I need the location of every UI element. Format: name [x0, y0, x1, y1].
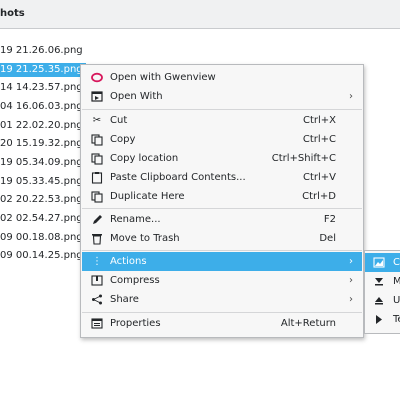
eject-icon [373, 291, 385, 310]
menu-item-label: Move to Trash [110, 233, 180, 244]
file-name: 01 22.02.20.png [0, 120, 83, 131]
file-name: 19 05.34.09.png [0, 157, 83, 168]
menu-separator [82, 208, 362, 209]
share-icon [91, 290, 103, 309]
menu-item-label: Share [110, 294, 139, 305]
panel-header: hots [0, 0, 400, 29]
actions-icon: ⋮ [92, 256, 102, 267]
menu-item-label: Rename... [110, 214, 161, 225]
file-row-selected[interactable]: 19 21.25.35.png [0, 63, 86, 77]
menu-item-paste[interactable]: Paste Clipboard Contents... Ctrl+V [82, 168, 362, 187]
file-name: 04 16.06.03.png [0, 101, 83, 112]
file-name: 19 21.25.35.png [0, 64, 83, 75]
menu-item-label: Cut [110, 115, 128, 126]
properties-icon [91, 314, 103, 333]
compress-icon [91, 271, 103, 290]
menu-item-shortcut: Ctrl+V [302, 172, 336, 183]
menu-separator [82, 250, 362, 251]
submenu-item-label: U [393, 295, 400, 306]
menu-item-actions[interactable]: ⋮ Actions › [82, 252, 362, 271]
trash-icon [91, 229, 103, 248]
menu-item-rename[interactable]: Rename... F2 [82, 210, 362, 229]
file-name: 09 00.18.08.png [0, 232, 83, 243]
menu-item-label: Compress [110, 275, 160, 286]
menu-item-shortcut: Ctrl+X [302, 115, 336, 126]
chevron-right-icon: › [349, 256, 353, 267]
duplicate-icon [91, 187, 103, 206]
chevron-right-icon: › [349, 91, 353, 102]
menu-item-shortcut: Ctrl+Shift+C [271, 153, 336, 164]
actions-submenu: C M U Te [364, 250, 400, 334]
menu-item-properties[interactable]: Properties Alt+Return [82, 314, 362, 333]
menu-item-open-with-gwenview[interactable]: Open with Gwenview [82, 68, 362, 87]
menu-item-shortcut: Ctrl+C [302, 134, 336, 145]
submenu-item[interactable]: U [365, 291, 400, 310]
menu-item-copy[interactable]: Copy Ctrl+C [82, 130, 362, 149]
menu-item-label: Paste Clipboard Contents... [110, 172, 246, 183]
menu-item-label: Properties [110, 318, 161, 329]
file-name: 19 05.33.45.png [0, 176, 83, 187]
menu-item-cut[interactable]: ✂ Cut Ctrl+X [82, 111, 362, 130]
file-name: 19 21.26.06.png [0, 45, 83, 56]
submenu-item[interactable]: C [365, 253, 400, 272]
menu-item-shortcut: Alt+Return [280, 318, 336, 329]
chevron-right-icon: › [349, 294, 353, 305]
menu-item-share[interactable]: Share › [82, 290, 362, 309]
file-row[interactable]: 19 21.26.06.png [0, 44, 400, 58]
menu-item-label: Open With [110, 91, 163, 102]
download-icon [373, 272, 385, 291]
menu-separator [82, 109, 362, 110]
submenu-item-label: C [393, 257, 400, 268]
rename-icon [91, 210, 103, 229]
menu-item-label: Open with Gwenview [110, 72, 216, 83]
file-name: 14 14.23.57.png [0, 82, 83, 93]
chevron-right-icon: › [349, 275, 353, 286]
terminal-icon [373, 310, 385, 329]
copy-location-icon [91, 149, 103, 168]
image-action-icon [373, 253, 385, 272]
file-name: 02 02.54.27.png [0, 213, 83, 224]
gwenview-icon [91, 68, 103, 87]
copy-icon [91, 130, 103, 149]
menu-item-open-with[interactable]: Open With › [82, 87, 362, 106]
menu-item-duplicate-here[interactable]: Duplicate Here Ctrl+D [82, 187, 362, 206]
cut-icon: ✂ [92, 115, 102, 126]
folder-title: hots [0, 8, 25, 19]
submenu-item-label: Te [393, 314, 400, 325]
file-name: 20 15.19.32.png [0, 138, 83, 149]
menu-item-label: Copy location [110, 153, 179, 164]
menu-item-shortcut: Ctrl+D [302, 191, 336, 202]
submenu-item[interactable]: Te [365, 310, 400, 329]
menu-item-shortcut: F2 [323, 214, 336, 225]
menu-item-compress[interactable]: Compress › [82, 271, 362, 290]
menu-item-shortcut: Del [319, 233, 336, 244]
menu-item-move-to-trash[interactable]: Move to Trash Del [82, 229, 362, 248]
context-menu: Open with Gwenview Open With › ✂ Cut Ctr… [80, 64, 364, 338]
menu-item-label: Actions [110, 256, 147, 267]
menu-item-copy-location[interactable]: Copy location Ctrl+Shift+C [82, 149, 362, 168]
submenu-item-label: M [393, 276, 400, 287]
menu-item-label: Duplicate Here [110, 191, 185, 202]
paste-icon [91, 168, 103, 187]
open-with-icon [91, 87, 103, 106]
file-name: 09 00.14.25.png [0, 250, 83, 261]
menu-item-label: Copy [110, 134, 136, 145]
submenu-item[interactable]: M [365, 272, 400, 291]
file-name: 02 20.22.53.png [0, 194, 83, 205]
menu-separator [82, 312, 362, 313]
